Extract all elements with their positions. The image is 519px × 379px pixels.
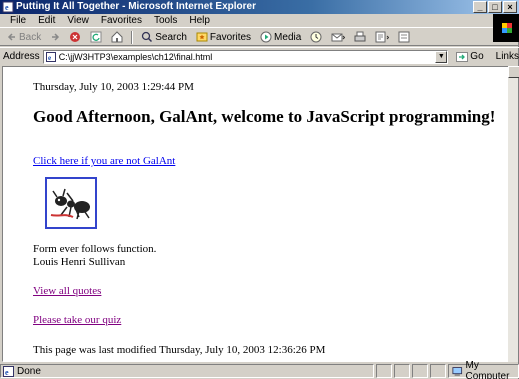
address-input[interactable]: e C:\jjW3HTP3\examples\ch12\final.html ▼	[42, 49, 449, 64]
svg-text:e: e	[48, 54, 51, 62]
refresh-button[interactable]	[87, 31, 105, 43]
quote-text: Form ever follows function.	[33, 243, 157, 255]
ant-image[interactable]	[45, 177, 97, 229]
close-button[interactable]: ×	[503, 1, 517, 13]
home-button[interactable]	[108, 31, 126, 43]
vertical-scrollbar[interactable]	[508, 66, 519, 362]
quote-block: Form ever follows function. Louis Henri …	[33, 243, 156, 269]
back-button[interactable]: Back	[4, 32, 44, 43]
quote-author: Louis Henri Sullivan	[33, 256, 126, 268]
mail-button[interactable]	[328, 31, 348, 43]
toolbar-separator	[131, 30, 134, 44]
home-icon	[111, 31, 123, 43]
stop-button[interactable]	[66, 31, 84, 43]
status-text: Done	[17, 365, 41, 377]
address-dropdown-button[interactable]: ▼	[435, 50, 448, 63]
toolbar: Back Search Favorites Media	[0, 29, 519, 46]
status-main: e Done	[0, 364, 374, 378]
back-arrow-icon	[7, 33, 15, 41]
menu-help[interactable]: Help	[183, 14, 216, 27]
window-title: Putting It All Together - Microsoft Inte…	[16, 1, 257, 12]
mail-icon	[331, 33, 346, 42]
status-cell	[376, 364, 392, 378]
discuss-button[interactable]	[395, 31, 413, 43]
forward-button[interactable]	[47, 32, 63, 42]
greeting-heading: Good Afternoon, GalAnt, welcome to JavaS…	[33, 107, 496, 126]
media-icon	[260, 31, 272, 43]
go-arrow-icon	[456, 51, 469, 62]
menu-file[interactable]: File	[4, 14, 32, 27]
minimize-button[interactable]: _	[473, 1, 487, 13]
address-bar: Address e C:\jjW3HTP3\examples\ch12\fina…	[0, 47, 519, 65]
zone-text: My Computer	[465, 360, 510, 379]
window-controls: _ □ ×	[473, 1, 517, 13]
edit-button[interactable]	[372, 31, 392, 43]
menu-edit[interactable]: Edit	[32, 14, 61, 27]
history-button[interactable]	[307, 31, 325, 43]
edit-icon	[375, 31, 390, 43]
stop-icon	[70, 32, 81, 42]
ie-page-icon: e	[2, 1, 14, 13]
page-done-icon: e	[3, 365, 14, 377]
links-button[interactable]: Links	[496, 51, 519, 62]
menu-bar: File Edit View Favorites Tools Help	[0, 14, 519, 42]
go-button[interactable]: Go	[456, 51, 484, 62]
discuss-icon	[398, 31, 410, 43]
status-cell	[394, 364, 410, 378]
browser-window: e Putting It All Together - Microsoft In…	[0, 0, 519, 379]
menu-view[interactable]: View	[61, 14, 95, 27]
maximize-button[interactable]: □	[488, 1, 502, 13]
security-zone: My Computer	[448, 360, 519, 379]
forward-arrow-icon	[52, 33, 60, 41]
history-icon	[310, 31, 322, 43]
page-content: Thursday, July 10, 2003 1:29:44 PM Good …	[2, 66, 509, 362]
search-icon	[142, 31, 153, 43]
title-bar: e Putting It All Together - Microsoft In…	[0, 0, 519, 14]
status-cell	[412, 364, 428, 378]
refresh-icon	[90, 31, 102, 43]
view-quotes-link[interactable]: View all quotes	[33, 285, 101, 297]
status-bar: e Done My Computer	[0, 360, 519, 379]
search-button[interactable]: Search	[138, 31, 190, 43]
last-modified-text: This page was last modified Thursday, Ju…	[33, 344, 326, 356]
address-value: C:\jjW3HTP3\examples\ch12\final.html	[58, 51, 213, 62]
quiz-link[interactable]: Please take our quiz	[33, 314, 121, 326]
ant-icon	[50, 188, 90, 220]
my-computer-icon	[452, 366, 463, 376]
media-button[interactable]: Media	[257, 31, 304, 43]
status-cell	[430, 364, 446, 378]
favorites-button[interactable]: Favorites	[193, 31, 254, 43]
svg-text:e: e	[5, 3, 9, 12]
favorites-icon	[196, 32, 208, 42]
page-icon: e	[45, 51, 56, 62]
not-user-link[interactable]: Click here if you are not GalAnt	[33, 155, 175, 167]
print-button[interactable]	[351, 31, 369, 43]
menu-tools[interactable]: Tools	[148, 14, 183, 27]
svg-text:e: e	[5, 368, 9, 377]
current-date: Thursday, July 10, 2003 1:29:44 PM	[33, 81, 194, 93]
menu-favorites[interactable]: Favorites	[95, 14, 148, 27]
print-icon	[354, 31, 366, 42]
address-label: Address	[3, 51, 40, 62]
